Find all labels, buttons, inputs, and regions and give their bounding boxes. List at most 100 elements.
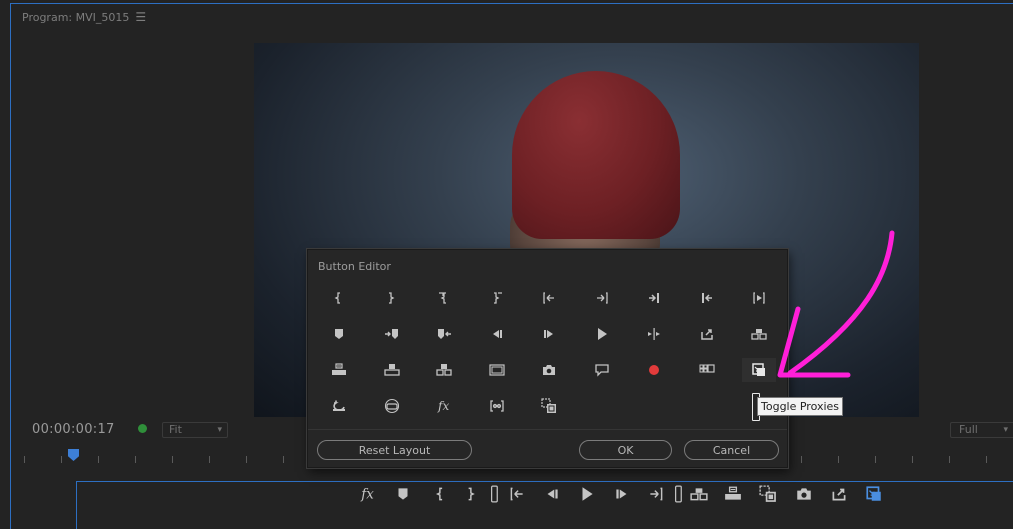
- go-to-next-marker-button[interactable]: [375, 322, 409, 346]
- ruler-tick: [209, 456, 210, 463]
- ruler-tick: [801, 456, 802, 463]
- insert-button[interactable]: [742, 322, 776, 346]
- step-forward-icon: [613, 485, 631, 503]
- hamburger-icon[interactable]: ☰: [135, 10, 146, 24]
- toggle-proxies-icon: [865, 485, 883, 503]
- go-to-previous-edit-button[interactable]: [690, 286, 724, 310]
- play-transport-button[interactable]: [576, 484, 598, 504]
- cancel-button[interactable]: Cancel: [684, 440, 779, 460]
- clear-out-icon: [489, 290, 505, 306]
- go-to-previous-marker-button[interactable]: [427, 322, 461, 346]
- add-marker-icon: [394, 485, 412, 503]
- svg-text:fx: fx: [437, 399, 449, 413]
- export-frame-button[interactable]: [690, 322, 724, 346]
- multi-camera-button[interactable]: [690, 358, 724, 382]
- add-marker-button[interactable]: [322, 322, 356, 346]
- overwrite-icon: [331, 362, 347, 378]
- ruler-tick: [24, 456, 25, 463]
- play-around-button[interactable]: [637, 322, 671, 346]
- trim-monitor-button[interactable]: [480, 394, 514, 418]
- clear-out-button[interactable]: [480, 286, 514, 310]
- mark-out-transport-button[interactable]: [461, 484, 483, 504]
- camera-button[interactable]: [532, 358, 566, 382]
- ruler-tick: [875, 456, 876, 463]
- clear-in-icon: [436, 290, 452, 306]
- go-to-out-icon: [647, 485, 665, 503]
- reset-layout-button[interactable]: Reset Layout: [317, 440, 472, 460]
- ruler-tick: [283, 456, 284, 463]
- comparison-view-button[interactable]: [532, 394, 566, 418]
- go-to-out-button[interactable]: [585, 286, 619, 310]
- play-in-to-out-icon: [751, 290, 767, 306]
- vr-video-icon: [384, 398, 400, 414]
- closed-captions-icon: [594, 362, 610, 378]
- add-marker-transport-button[interactable]: [392, 484, 414, 504]
- step-back-icon: [489, 326, 505, 342]
- bracket-separator-icon: [670, 485, 688, 503]
- play-button[interactable]: [585, 322, 619, 346]
- zoom-level-select[interactable]: Fit ▾: [162, 422, 228, 438]
- go-to-next-edit-button[interactable]: [637, 286, 671, 310]
- mark-in-transport-button[interactable]: [430, 484, 452, 504]
- record-voiceover-button[interactable]: [637, 358, 671, 382]
- overwrite-transport-button[interactable]: [722, 484, 744, 504]
- vr-video-button[interactable]: [375, 394, 409, 418]
- ruler-tick: [61, 456, 62, 463]
- add-marker-icon: [331, 326, 347, 342]
- insert-icon: [690, 485, 708, 503]
- mark-out-icon: [463, 485, 481, 503]
- panel-title[interactable]: Program: MVI_5015: [22, 11, 129, 24]
- button-grid: fx: [322, 286, 780, 430]
- play-in-to-out-button[interactable]: [742, 286, 776, 310]
- play-icon: [578, 485, 596, 503]
- clear-in-button[interactable]: [427, 286, 461, 310]
- step-forward-transport-button[interactable]: [611, 484, 633, 504]
- export-frame-icon: [699, 326, 715, 342]
- go-to-out-transport-button[interactable]: [645, 484, 667, 504]
- mark-in-button[interactable]: [322, 286, 356, 310]
- loop-button[interactable]: [322, 394, 356, 418]
- loop-icon: [331, 398, 347, 414]
- bracket-separator-transport-button: [484, 484, 506, 504]
- fx-button[interactable]: fx: [427, 394, 461, 418]
- insert-transport-button[interactable]: [688, 484, 710, 504]
- ruler-tick: [172, 456, 173, 463]
- ruler-tick: [912, 456, 913, 463]
- step-back-button[interactable]: [480, 322, 514, 346]
- closed-captions-button[interactable]: [585, 358, 619, 382]
- lift-button[interactable]: [375, 358, 409, 382]
- camera-transport-button[interactable]: [793, 484, 815, 504]
- mark-out-button[interactable]: [375, 286, 409, 310]
- status-indicator-icon: [138, 424, 147, 433]
- ruler-tick: [135, 456, 136, 463]
- step-back-icon: [543, 485, 561, 503]
- step-back-transport-button[interactable]: [541, 484, 563, 504]
- record-voiceover-icon: [646, 362, 662, 378]
- button-editor-dialog: Button Editor fx Reset Layout OK Cancel: [307, 249, 788, 468]
- svg-text:fx: fx: [360, 487, 374, 503]
- overwrite-button[interactable]: [322, 358, 356, 382]
- playback-resolution-value: Full: [959, 423, 978, 436]
- ruler-tick: [838, 456, 839, 463]
- export-frame-transport-button[interactable]: [828, 484, 850, 504]
- chevron-down-icon: ▾: [1003, 425, 1008, 435]
- extract-button[interactable]: [427, 358, 461, 382]
- step-forward-button[interactable]: [532, 322, 566, 346]
- go-to-previous-edit-icon: [699, 290, 715, 306]
- toggle-proxies-button[interactable]: [742, 358, 776, 382]
- go-to-in-button[interactable]: [532, 286, 566, 310]
- play-icon: [594, 326, 610, 342]
- toggle-proxies-transport-button[interactable]: [863, 484, 885, 504]
- playback-resolution-select[interactable]: Full ▾: [950, 422, 1013, 438]
- fx-transport-button[interactable]: fx: [357, 484, 379, 504]
- go-to-next-marker-icon: [384, 326, 400, 342]
- go-to-next-edit-icon: [646, 290, 662, 306]
- dialog-title: Button Editor: [318, 260, 391, 273]
- go-to-in-transport-button[interactable]: [506, 484, 528, 504]
- play-around-icon: [646, 326, 662, 342]
- comparison-view-transport-button[interactable]: [757, 484, 779, 504]
- fx-icon: fx: [436, 398, 452, 414]
- ok-button[interactable]: OK: [579, 440, 672, 460]
- safe-margins-button[interactable]: [480, 358, 514, 382]
- playhead-timecode[interactable]: 00:00:00:17: [32, 422, 115, 437]
